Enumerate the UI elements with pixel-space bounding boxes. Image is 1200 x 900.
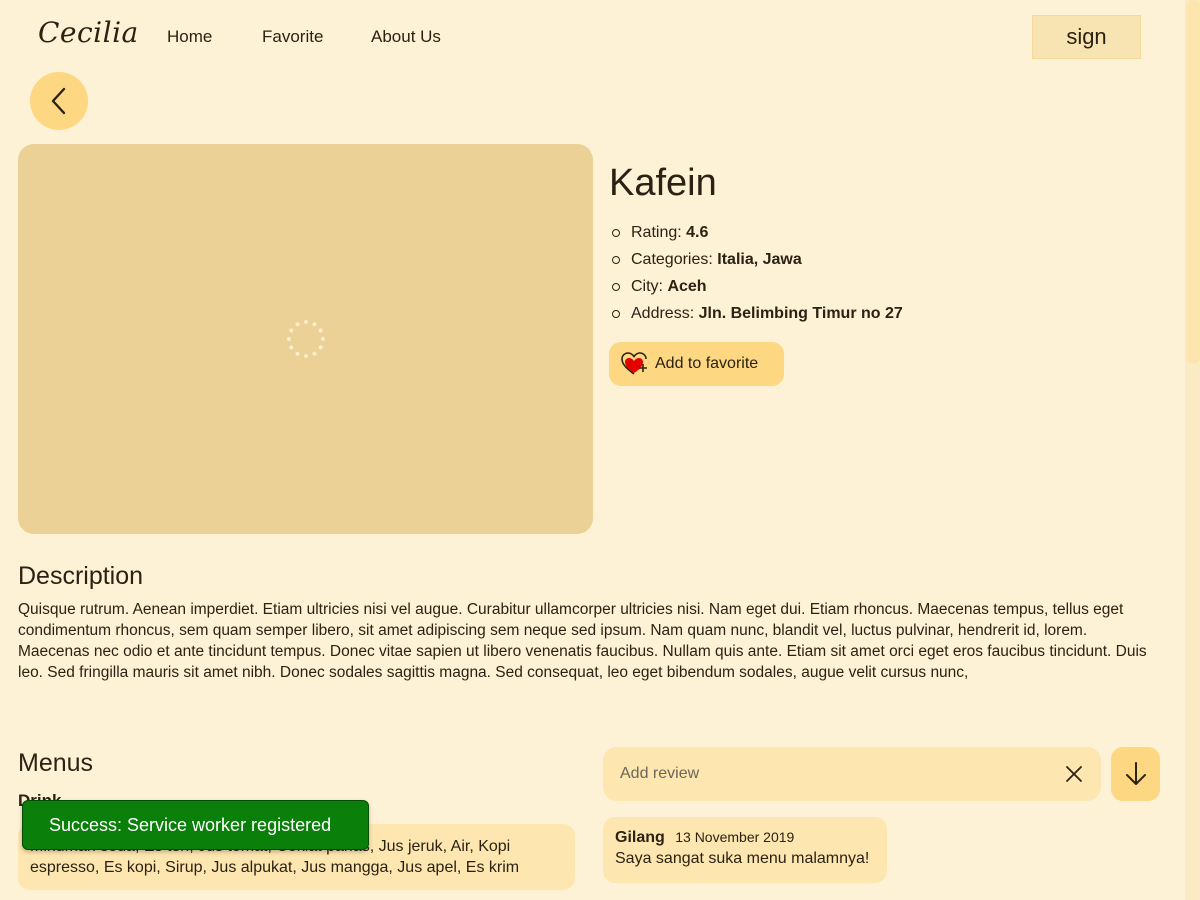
- review-card: Gilang 13 November 2019 Saya sangat suka…: [603, 817, 887, 883]
- review-date: 13 November 2019: [675, 829, 795, 845]
- address-value: Jln. Belimbing Timur no 27: [698, 305, 903, 322]
- rating-label: Rating:: [631, 224, 682, 241]
- chevron-left-icon: [51, 87, 66, 115]
- menus-heading: Menus: [18, 749, 94, 777]
- city-label: City:: [631, 278, 663, 295]
- rating-value: 4.6: [686, 224, 709, 241]
- review-text: Saya sangat suka menu malamnya!: [615, 850, 870, 867]
- arrow-down-icon: [1125, 762, 1146, 785]
- address-item: Address: Jln. Belimbing Timur no 27: [612, 303, 903, 330]
- address-label: Address:: [631, 305, 695, 322]
- nav-about-us[interactable]: About Us: [371, 27, 441, 47]
- add-to-favorite-button[interactable]: Add to favorite: [609, 342, 784, 386]
- description-heading: Description: [18, 562, 144, 590]
- restaurant-info: Rating: 4.6 Categories: Italia, Jawa Cit…: [612, 222, 903, 330]
- close-icon[interactable]: [1065, 765, 1083, 783]
- success-toast: Success: Service worker registered: [22, 800, 369, 850]
- city-item: City: Aceh: [612, 276, 903, 303]
- categories-value: Italia, Jawa: [717, 251, 802, 268]
- review-header: Gilang 13 November 2019: [615, 829, 875, 847]
- scrollbar-thumb[interactable]: [1186, 0, 1200, 364]
- city-value: Aceh: [667, 278, 707, 295]
- description-text: Quisque rutrum. Aenean imperdiet. Etiam …: [18, 601, 1147, 681]
- add-to-favorite-label: Add to favorite: [655, 355, 759, 372]
- categories-label: Categories:: [631, 251, 713, 268]
- back-button[interactable]: [30, 72, 88, 130]
- spinner-icon: [287, 320, 325, 358]
- reviewer-name: Gilang: [615, 829, 665, 846]
- heart-plus-icon: [621, 352, 647, 375]
- review-input[interactable]: [603, 747, 1101, 801]
- sign-button[interactable]: sign: [1032, 15, 1141, 59]
- categories-item: Categories: Italia, Jawa: [612, 249, 903, 276]
- restaurant-name: Kafein: [609, 162, 717, 204]
- nav-favorite[interactable]: Favorite: [262, 27, 323, 47]
- toast-message: Success: Service worker registered: [49, 814, 332, 835]
- nav-home[interactable]: Home: [167, 27, 212, 47]
- logo[interactable]: Cecilia: [38, 16, 138, 56]
- rating-item: Rating: 4.6: [612, 222, 903, 249]
- submit-review-button[interactable]: [1111, 747, 1160, 801]
